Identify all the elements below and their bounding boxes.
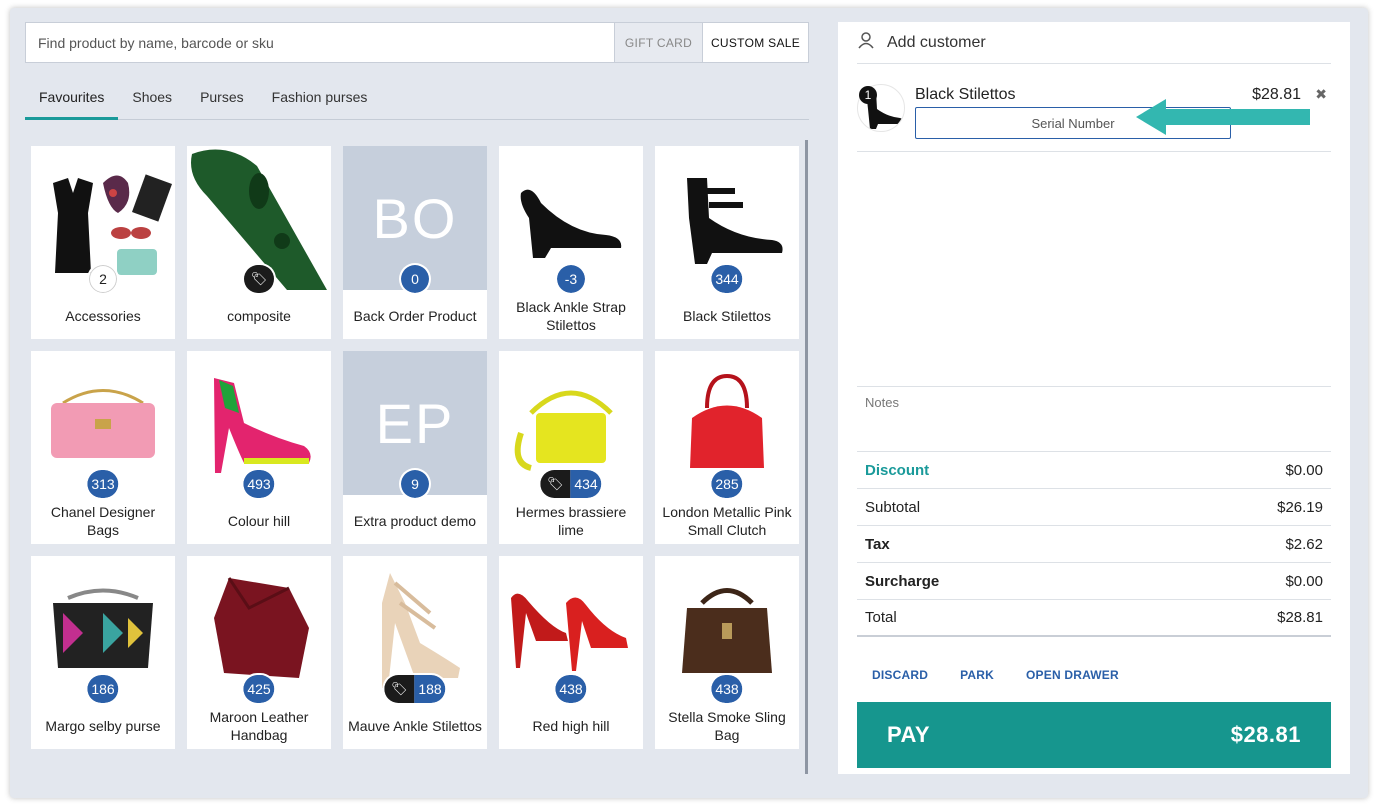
search-input[interactable] bbox=[26, 23, 614, 62]
user-icon bbox=[857, 31, 887, 54]
tab-purses[interactable]: Purses bbox=[186, 80, 258, 120]
cart-panel: Add customer 1 Black Stilettos $28.81 ✖ … bbox=[838, 22, 1350, 774]
arrow-icon bbox=[1136, 99, 1310, 135]
product-name: composite bbox=[227, 308, 291, 324]
totals-table: Discount $0.00 Subtotal $26.19 Tax $2.62… bbox=[857, 452, 1331, 637]
product-tile[interactable]: BO 0 Back Order Product bbox=[343, 146, 487, 339]
quantity-badge: 1 bbox=[859, 86, 877, 104]
composite-badge: 🏷 bbox=[244, 265, 274, 293]
product-name: Maroon Leather Handbag bbox=[209, 709, 309, 743]
product-tile[interactable]: 438 Stella Smoke Sling Bag bbox=[655, 556, 799, 749]
tag-icon: 🏷 bbox=[540, 470, 571, 498]
remove-item-icon[interactable]: ✖ bbox=[1315, 86, 1327, 103]
gift-card-button[interactable]: GIFT CARD bbox=[614, 23, 702, 62]
product-tile[interactable]: 186 Margo selby purse bbox=[31, 556, 175, 749]
subtotal-label: Subtotal bbox=[865, 498, 921, 516]
stock-badge: 425 bbox=[243, 675, 275, 703]
stock-badge: 344 bbox=[711, 265, 743, 293]
tax-label: Tax bbox=[865, 535, 890, 553]
tag-icon: 🏷 bbox=[384, 675, 415, 703]
total-row: Total $28.81 bbox=[857, 600, 1331, 637]
stock-badge: 438 bbox=[711, 675, 743, 703]
stock-badge: 2 bbox=[89, 265, 117, 293]
product-tile[interactable]: 285 London Metallic Pink Small Clutch bbox=[655, 351, 799, 544]
total-label: Total bbox=[865, 609, 897, 626]
stock-badge: 🏷 434 bbox=[540, 470, 602, 498]
discard-button[interactable]: DISCARD bbox=[872, 668, 928, 682]
grid-scrollbar[interactable] bbox=[805, 140, 808, 774]
open-drawer-button[interactable]: OPEN DRAWER bbox=[1026, 668, 1119, 682]
subtotal-row: Subtotal $26.19 bbox=[857, 489, 1331, 526]
custom-sale-button[interactable]: CUSTOM SALE bbox=[702, 23, 808, 62]
surcharge-label: Surcharge bbox=[865, 572, 940, 590]
tab-fashion-purses[interactable]: Fashion purses bbox=[258, 80, 382, 120]
product-name: Extra product demo bbox=[353, 513, 477, 529]
product-tile[interactable]: 493 Colour hill bbox=[187, 351, 331, 544]
product-search: GIFT CARD CUSTOM SALE bbox=[25, 22, 809, 63]
total-value: $28.81 bbox=[1277, 609, 1323, 626]
stock-badge: 438 bbox=[555, 675, 587, 703]
line-item-name: Black Stilettos bbox=[915, 86, 1016, 103]
pay-amount: $28.81 bbox=[1230, 722, 1301, 747]
tab-shoes[interactable]: Shoes bbox=[118, 80, 186, 120]
product-tile[interactable]: -3 Black Ankle Strap Stilettos bbox=[499, 146, 643, 339]
product-tile[interactable]: 🏷 188 Mauve Ankle Stilettos bbox=[343, 556, 487, 749]
stock-badge: 285 bbox=[711, 470, 743, 498]
product-tile[interactable]: 2 Accessories bbox=[31, 146, 175, 339]
pay-label: PAY bbox=[887, 722, 931, 747]
product-name: Colour hill bbox=[227, 513, 291, 529]
product-tile[interactable]: 🏷 composite bbox=[187, 146, 331, 339]
stock-badge: 🏷 188 bbox=[384, 675, 446, 703]
discount-value: $0.00 bbox=[1285, 461, 1323, 479]
product-name: Hermes brassiere lime bbox=[515, 504, 627, 538]
product-tile[interactable]: 344 Black Stilettos bbox=[655, 146, 799, 339]
product-tile[interactable]: 438 Red high hill bbox=[499, 556, 643, 749]
stock-badge: 493 bbox=[243, 470, 275, 498]
product-tile[interactable]: 425 Maroon Leather Handbag bbox=[187, 556, 331, 749]
add-customer-button[interactable]: Add customer bbox=[857, 22, 1331, 64]
tax-row: Tax $2.62 bbox=[857, 526, 1331, 563]
stock-badge: 9 bbox=[401, 470, 429, 498]
subtotal-value: $26.19 bbox=[1277, 498, 1323, 516]
stock-badge: -3 bbox=[557, 265, 585, 293]
surcharge-row: Surcharge $0.00 bbox=[857, 563, 1331, 600]
notes-field[interactable]: Notes bbox=[857, 386, 1331, 452]
product-name: Back Order Product bbox=[353, 308, 477, 324]
product-tile[interactable]: 313 Chanel Designer Bags bbox=[31, 351, 175, 544]
product-name: Chanel Designer Bags bbox=[50, 504, 156, 538]
discount-label[interactable]: Discount bbox=[865, 462, 929, 479]
product-name: London Metallic Pink Small Clutch bbox=[662, 504, 792, 538]
stock-badge: 186 bbox=[87, 675, 119, 703]
category-tabs: Favourites Shoes Purses Fashion purses bbox=[25, 80, 809, 120]
cart-actions: DISCARD PARK OPEN DRAWER bbox=[872, 668, 1151, 682]
discount-row[interactable]: Discount $0.00 bbox=[857, 452, 1331, 489]
app-frame: GIFT CARD CUSTOM SALE Favourites Shoes P… bbox=[10, 8, 1368, 798]
tag-icon: 🏷 bbox=[244, 265, 274, 293]
product-name: Black Ankle Strap Stilettos bbox=[516, 299, 626, 333]
surcharge-value: $0.00 bbox=[1285, 572, 1323, 590]
product-name: Black Stilettos bbox=[683, 308, 771, 324]
park-button[interactable]: PARK bbox=[960, 668, 994, 682]
tab-favourites[interactable]: Favourites bbox=[25, 80, 119, 120]
product-name: Accessories bbox=[65, 308, 141, 324]
product-name: Mauve Ankle Stilettos bbox=[348, 718, 482, 734]
pay-button[interactable]: PAY $28.81 bbox=[857, 702, 1331, 768]
stock-badge: 0 bbox=[401, 265, 429, 293]
stock-badge: 313 bbox=[87, 470, 119, 498]
product-name: Red high hill bbox=[532, 718, 610, 734]
product-name: Stella Smoke Sling Bag bbox=[668, 709, 786, 743]
tax-value: $2.62 bbox=[1285, 535, 1323, 553]
product-tile[interactable]: EP 9 Extra product demo bbox=[343, 351, 487, 544]
product-tile[interactable]: 🏷 434 Hermes brassiere lime bbox=[499, 351, 643, 544]
product-name: Margo selby purse bbox=[45, 718, 161, 734]
add-customer-label: Add customer bbox=[887, 33, 986, 51]
